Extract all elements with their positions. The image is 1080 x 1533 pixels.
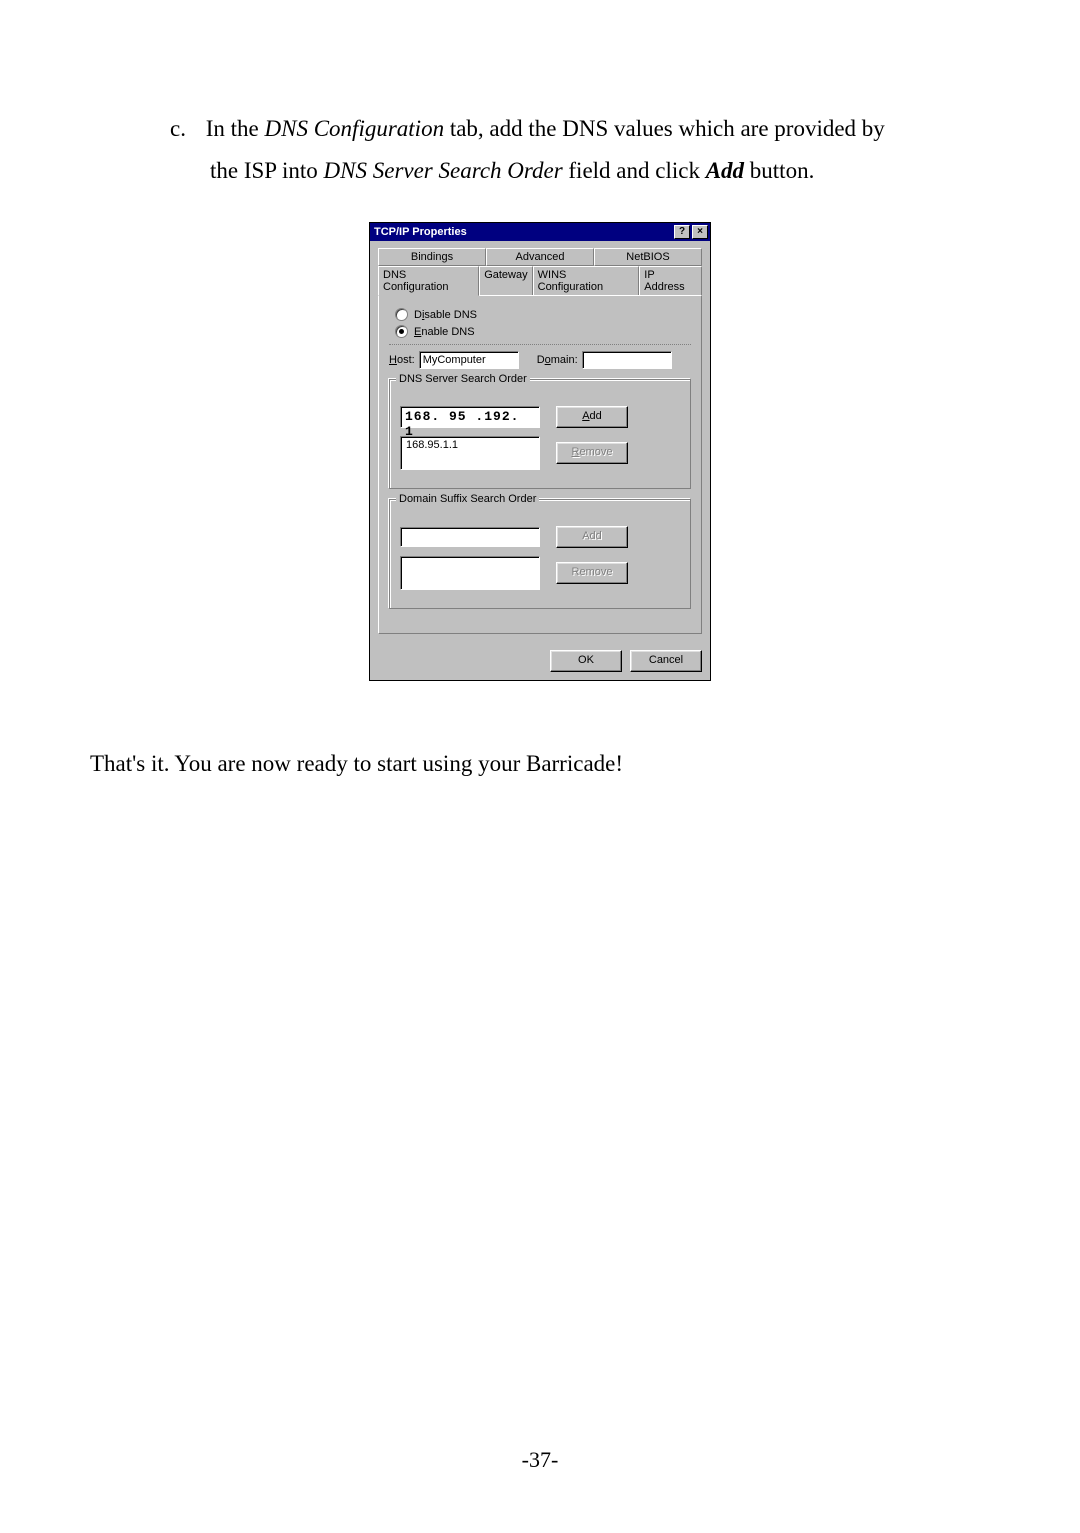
suffix-list[interactable] [400,556,540,590]
instr-italic-1: DNS Configuration [265,116,445,141]
instr-text-3: the ISP into [210,158,324,183]
instr-text-4: field and click [563,158,706,183]
radio-icon [395,325,408,338]
dns-ip-input[interactable]: 168. 95 .192. 1 [400,406,540,428]
instr-bold-1: Add [706,158,744,183]
instr-text-2: tab, add the DNS values which are provid… [444,116,885,141]
ok-button[interactable]: OK [550,650,622,672]
cancel-button[interactable]: Cancel [630,650,702,672]
suffix-add-button[interactable]: Add [556,526,628,548]
dns-search-order-group: DNS Server Search Order 168. 95 .192. 1 … [389,379,691,489]
radio-icon [395,308,408,321]
close-icon[interactable]: × [692,225,708,239]
tab-row-2: DNS Configuration Gateway WINS Configura… [378,265,702,295]
dns-configuration-panel: Disable DNS Enable DNS Host: [378,295,702,634]
instr-italic-2: DNS Server Search Order [324,158,563,183]
tab-netbios[interactable]: NetBIOS [594,248,702,266]
tab-dns-configuration[interactable]: DNS Configuration [378,266,479,296]
dns-add-button[interactable]: Add [556,406,628,428]
tab-row-1: Bindings Advanced NetBIOS [378,247,702,265]
list-item: 168.95.1.1 [404,438,536,452]
suffix-input[interactable] [400,527,540,547]
radio-disable-dns[interactable]: Disable DNS [395,308,691,321]
tab-ip-address[interactable]: IP Address [639,266,702,296]
dns-server-list[interactable]: 168.95.1.1 [400,436,540,470]
closing-paragraph: That's it. You are now ready to start us… [90,751,990,777]
titlebar[interactable]: TCP/IP Properties ? × [370,223,710,241]
page-number: -37- [0,1447,1080,1473]
dns-group-legend: DNS Server Search Order [396,373,530,385]
dialog-footer: OK Cancel [370,642,710,680]
enable-dns-group: Host: Domain: DNS Server Search Order [389,344,691,609]
dialog-title: TCP/IP Properties [374,226,672,238]
tab-advanced[interactable]: Advanced [486,248,594,266]
radio-disable-label: Disable DNS [414,309,477,321]
host-input[interactable] [419,351,519,369]
help-icon[interactable]: ? [674,225,690,239]
suffix-group-legend: Domain Suffix Search Order [396,493,539,505]
tab-gateway[interactable]: Gateway [479,266,532,296]
dns-remove-button[interactable]: Remove [556,442,628,464]
instruction-block: c. In the DNS Configuration tab, add the… [170,108,990,192]
instr-text-1: In the [206,116,265,141]
domain-input[interactable] [582,351,672,369]
suffix-remove-button[interactable]: Remove [556,562,628,584]
radio-enable-dns[interactable]: Enable DNS [395,325,691,338]
tab-wins-configuration[interactable]: WINS Configuration [533,266,640,296]
domain-label: Domain: [537,354,578,366]
list-marker: c. [170,108,200,150]
radio-enable-label: Enable DNS [414,326,475,338]
tab-bindings[interactable]: Bindings [378,248,486,266]
domain-suffix-group: Domain Suffix Search Order Add Remove [389,499,691,609]
instr-text-5: button. [744,158,814,183]
tcpip-properties-dialog: TCP/IP Properties ? × Bindings Advanced … [369,222,711,681]
host-label: Host: [389,354,415,366]
